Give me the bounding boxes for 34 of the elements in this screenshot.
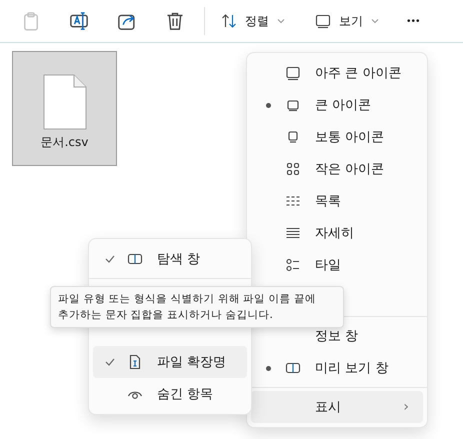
- menu-item[interactable]: 목록: [251, 185, 423, 217]
- more-button[interactable]: •••: [403, 12, 425, 30]
- menu-item[interactable]: 작은 아이콘: [251, 153, 423, 185]
- menu-item[interactable]: 파일 확장명: [93, 346, 247, 378]
- menu-item[interactable]: 탐색 창: [93, 243, 247, 275]
- file-tile[interactable]: 문서.csv: [12, 51, 117, 166]
- clipboard-icon: [21, 11, 41, 31]
- trash-icon: [165, 11, 185, 31]
- sort-menu-button[interactable]: 정렬: [215, 8, 291, 34]
- rename-icon: [69, 11, 89, 31]
- pane-icon: [127, 251, 143, 267]
- menu-item[interactable]: 타일: [251, 249, 423, 281]
- document-icon: [42, 74, 86, 130]
- file-name: 문서.csv: [40, 134, 88, 151]
- rename-button[interactable]: [68, 10, 90, 32]
- chevron-down-icon: [277, 18, 285, 24]
- lines-icon: [285, 225, 301, 241]
- menu-item[interactable]: 숨긴 항목: [93, 378, 247, 410]
- monitor-icon: [315, 13, 331, 29]
- grid-icon: [285, 161, 301, 177]
- menu-item[interactable]: 표시 ›: [251, 391, 423, 423]
- menu-item[interactable]: 아주 큰 아이콘: [251, 57, 423, 89]
- menu-item[interactable]: 보통 아이콘: [251, 121, 423, 153]
- tiles-icon: [285, 257, 301, 273]
- menu-item[interactable]: 미리 보기 창: [251, 352, 423, 384]
- file-icon: [127, 354, 143, 370]
- tooltip: 파일 유형 또는 형식을 식별하기 위해 파일 이름 끝에 추가하는 문자 집합을 표시하거나 숨깁니다.: [50, 286, 344, 328]
- sort-arrows-icon: [221, 13, 237, 29]
- view-menu-button[interactable]: 보기: [309, 8, 385, 34]
- menu-item[interactable]: 큰 아이콘: [251, 89, 423, 121]
- monitor-icon: [285, 65, 301, 81]
- chevron-down-icon: [371, 18, 379, 24]
- menu-item[interactable]: 자세히: [251, 217, 423, 249]
- pane-icon: [285, 360, 301, 376]
